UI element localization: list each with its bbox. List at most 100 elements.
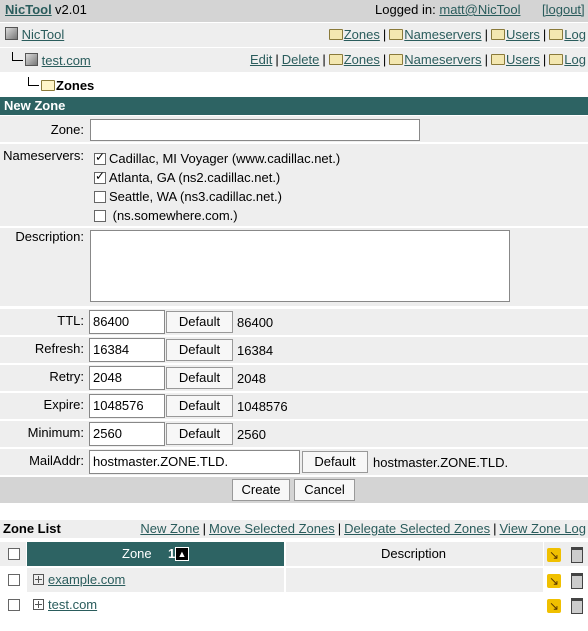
description-column-header: Description: [286, 542, 543, 566]
refresh-label: Refresh:: [34, 341, 84, 356]
cancel-button[interactable]: Cancel: [294, 479, 355, 501]
zone-list-actions: New Zone | Move Selected Zones | Delegate Se…: [140, 521, 586, 536]
brand-link[interactable]: NicTool: [5, 2, 52, 17]
view-zone-log-link[interactable]: View Zone Log: [500, 521, 587, 536]
folder-icon: [549, 29, 564, 40]
select-all-checkbox[interactable]: [8, 548, 20, 560]
root-group-link[interactable]: NicTool: [22, 27, 65, 42]
current-section-label: Zones: [56, 78, 95, 93]
nav-group: test.com Edit | Delete | Zones | Nameservers | U…: [0, 48, 588, 72]
nameservers-label: Nameservers:: [3, 148, 84, 163]
new-zone-form: Zone: Nameservers: Cadillac, MI Voyager …: [0, 116, 588, 505]
minimum-default-button[interactable]: Default: [166, 423, 233, 445]
move-icon[interactable]: ↘: [547, 574, 561, 588]
row-actions: ↘: [544, 568, 588, 592]
group-nav-links: Edit | Delete | Zones | Nameservers | Users | Log: [249, 52, 586, 67]
trash-icon[interactable]: [571, 598, 583, 614]
expire-default-value: 1048576: [237, 399, 288, 414]
ttl-default-button[interactable]: Default: [166, 311, 233, 333]
group-icon: [5, 27, 18, 40]
row-actions: ↘: [544, 593, 588, 617]
version-label: v2.01: [55, 2, 87, 17]
sub-group-link[interactable]: test.com: [42, 53, 91, 68]
zone-link[interactable]: test.com: [48, 597, 97, 612]
user-link[interactable]: matt@NicTool: [439, 2, 520, 17]
expire-input[interactable]: 1048576: [89, 394, 165, 418]
sort-ascending-icon[interactable]: ▲: [175, 547, 189, 561]
trash-icon[interactable]: [571, 547, 583, 563]
nameserver-checkbox[interactable]: [94, 210, 106, 222]
row-checkbox[interactable]: [8, 574, 20, 586]
ttl-default-value: 86400: [237, 315, 274, 330]
nav-nameservers-link[interactable]: Nameservers: [404, 27, 481, 42]
move-icon[interactable]: ↘: [547, 599, 561, 613]
refresh-default-button[interactable]: Default: [166, 339, 233, 361]
row-select-cell: [0, 593, 26, 617]
group-zones-link[interactable]: Zones: [344, 52, 380, 67]
refresh-input[interactable]: 16384: [89, 338, 165, 362]
trash-icon[interactable]: [571, 573, 583, 589]
ttl-label: TTL:: [57, 313, 84, 328]
mailaddr-default-value: hostmaster.ZONE.TLD.: [373, 455, 509, 470]
ttl-input[interactable]: 86400: [89, 310, 165, 334]
mailaddr-input[interactable]: hostmaster.ZONE.TLD.: [89, 450, 300, 474]
table-row: test.com ↘: [0, 593, 588, 617]
expire-label: Expire:: [43, 397, 84, 412]
nameserver-label: Atlanta, GA (ns2.cadillac.net.): [109, 170, 281, 185]
refresh-default-value: 16384: [237, 343, 274, 358]
actions-header: ↘: [544, 542, 588, 566]
edit-link[interactable]: Edit: [250, 52, 272, 67]
logout-link[interactable]: [logout]: [542, 2, 585, 17]
open-folder-icon: [41, 80, 55, 91]
nav-zones-link[interactable]: Zones: [344, 27, 380, 42]
zone-link[interactable]: example.com: [48, 572, 125, 587]
top-bar: NicTool v2.01 Logged in: matt@NicTool [l…: [0, 0, 588, 22]
nameserver-label: Seattle, WA (ns3.cadillac.net.): [109, 189, 282, 204]
current-section: Zones: [28, 77, 94, 93]
sub-group: test.com: [12, 52, 91, 68]
mailaddr-default-button[interactable]: Default: [302, 451, 368, 473]
expire-default-button[interactable]: Default: [166, 395, 233, 417]
nameserver-checkbox[interactable]: [94, 191, 106, 203]
new-zone-header: New Zone: [0, 97, 588, 115]
zone-column-header[interactable]: Zone 1 ▲: [27, 542, 284, 566]
group-users-link[interactable]: Users: [506, 52, 540, 67]
mailaddr-label: MailAddr:: [29, 453, 84, 468]
folder-icon: [549, 54, 564, 65]
folder-icon: [389, 54, 404, 65]
folder-icon: [328, 29, 343, 40]
expand-icon[interactable]: [33, 599, 44, 610]
create-button[interactable]: Create: [232, 479, 290, 501]
zone-label: Zone:: [50, 122, 84, 137]
nameserver-label: (ns.somewhere.com.): [109, 208, 238, 223]
nav-users-link[interactable]: Users: [506, 27, 540, 42]
folder-icon: [490, 54, 505, 65]
logged-in-label: Logged in:: [375, 2, 436, 17]
retry-input[interactable]: 2048: [89, 366, 165, 390]
expand-icon[interactable]: [33, 574, 44, 585]
description-textarea[interactable]: [90, 230, 510, 302]
move-selected-zones-link[interactable]: Move Selected Zones: [209, 521, 335, 536]
retry-default-value: 2048: [237, 371, 266, 386]
minimum-label: Minimum:: [27, 425, 84, 440]
description-column-label: Description: [381, 546, 447, 561]
table-row: example.com ↘: [0, 568, 588, 592]
delete-link[interactable]: Delete: [282, 52, 320, 67]
zone-cell: example.com: [27, 568, 284, 592]
delegate-selected-zones-link[interactable]: Delegate Selected Zones: [344, 521, 490, 536]
move-icon[interactable]: ↘: [547, 548, 561, 562]
minimum-input[interactable]: 2560: [89, 422, 165, 446]
tree-connector: [28, 77, 39, 86]
retry-default-button[interactable]: Default: [166, 367, 233, 389]
new-zone-link[interactable]: New Zone: [140, 521, 199, 536]
row-checkbox[interactable]: [8, 599, 20, 611]
group-icon: [25, 53, 38, 66]
nav-log-link[interactable]: Log: [564, 27, 586, 42]
group-log-link[interactable]: Log: [564, 52, 586, 67]
root-nav-links: Zones | Nameservers | Users | Log: [328, 27, 586, 42]
nameserver-checkbox[interactable]: [94, 150, 106, 165]
nav-root: NicTool Zones | Nameservers | Users | Log: [0, 23, 588, 47]
nameserver-checkbox[interactable]: [94, 169, 106, 184]
zone-input[interactable]: [90, 119, 420, 141]
group-nameservers-link[interactable]: Nameservers: [404, 52, 481, 67]
